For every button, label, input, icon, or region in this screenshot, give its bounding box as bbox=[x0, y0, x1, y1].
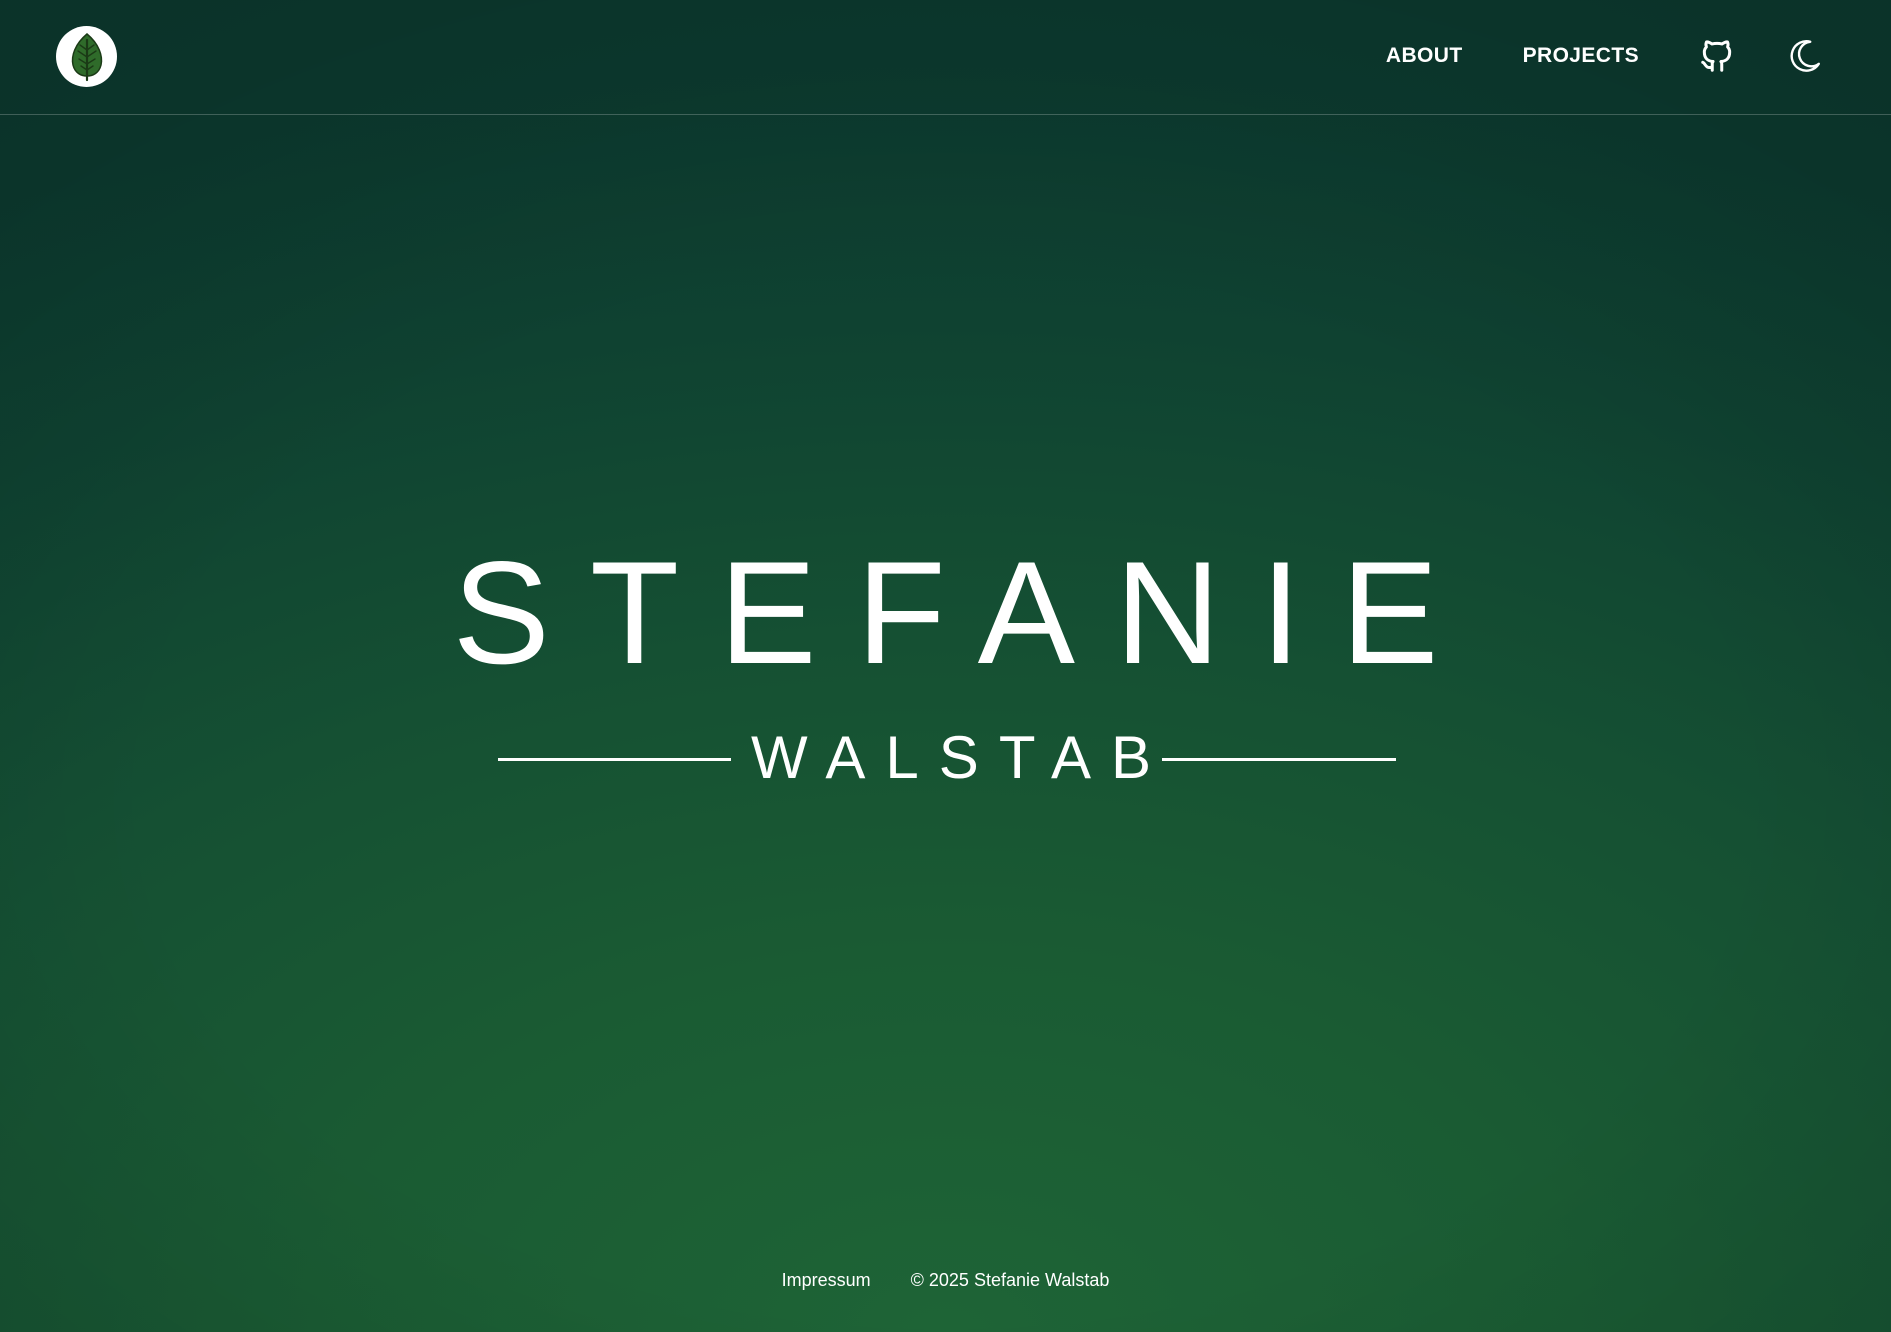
main-nav: ABOUT PROJECTS bbox=[1386, 34, 1827, 78]
theme-toggle-button[interactable] bbox=[1783, 34, 1827, 78]
hero-divider-right bbox=[1162, 758, 1396, 761]
nav-link-projects[interactable]: PROJECTS bbox=[1523, 44, 1639, 68]
copyright-text: © 2025 Stefanie Walstab bbox=[910, 1270, 1110, 1290]
leaf-icon bbox=[71, 32, 102, 81]
hero-divider-left bbox=[498, 758, 731, 761]
hero-last-name: WALSTAB bbox=[751, 724, 1172, 791]
moon-icon bbox=[1790, 40, 1820, 72]
impressum-link[interactable]: Impressum bbox=[782, 1270, 871, 1291]
site-footer: Impressum © 2025 Stefanie Walstab bbox=[0, 1270, 1891, 1291]
hero-section: STEFANIE WALSTAB bbox=[0, 0, 1891, 1332]
nav-link-about[interactable]: ABOUT bbox=[1386, 44, 1463, 68]
github-icon bbox=[1701, 40, 1732, 72]
site-header: ABOUT PROJECTS bbox=[0, 0, 1891, 115]
hero-first-name: STEFANIE bbox=[452, 531, 1479, 694]
home-logo-link[interactable] bbox=[56, 26, 117, 87]
background-vignette bbox=[0, 0, 1891, 1332]
github-link[interactable] bbox=[1695, 34, 1739, 78]
